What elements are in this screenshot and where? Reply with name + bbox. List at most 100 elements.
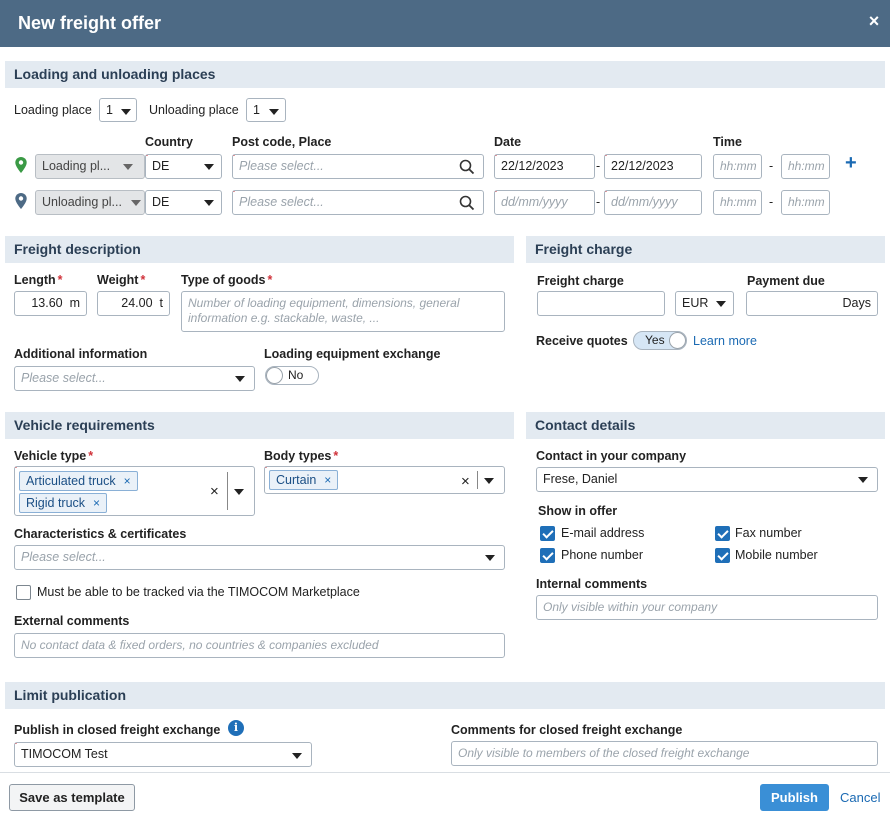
- unloading-time-to[interactable]: hh:mm: [781, 190, 830, 215]
- tracked-checkbox[interactable]: [16, 585, 31, 600]
- company-contact-value: Frese, Daniel: [543, 472, 618, 486]
- date-dash: -: [596, 159, 601, 173]
- phone-checkbox[interactable]: [540, 548, 555, 563]
- toggle-knob: [266, 367, 283, 384]
- goods-label: Type of goods *: [181, 273, 273, 287]
- external-comments-input[interactable]: No contact data & fixed orders, no count…: [14, 633, 505, 658]
- length-input[interactable]: 13.60 m: [14, 291, 87, 316]
- vehicle-type-label: Vehicle type *: [14, 449, 94, 463]
- loading-place-select[interactable]: 1: [99, 98, 137, 122]
- divider: [227, 472, 228, 510]
- chevron-down-icon: [485, 555, 495, 561]
- goods-placeholder-line-1: Number of loading equipment, dimensions,…: [188, 296, 460, 310]
- date-dash: -: [596, 195, 601, 209]
- search-icon[interactable]: [459, 159, 475, 175]
- email-option-label: E-mail address: [561, 526, 645, 540]
- unloading-time-from[interactable]: hh:mm: [713, 190, 762, 215]
- receive-quotes-toggle[interactable]: Yes: [633, 331, 687, 350]
- publish-button[interactable]: Publish: [760, 784, 829, 811]
- unloading-place-select[interactable]: 1: [246, 98, 286, 122]
- vehicle-chip-rigid: Rigid truck ×: [19, 493, 108, 513]
- loading-date-from[interactable]: 22/12/2023: [494, 154, 595, 179]
- mobile-checkbox[interactable]: [715, 548, 730, 563]
- loading-pin-icon: [15, 157, 27, 173]
- currency-select[interactable]: EUR: [675, 291, 734, 316]
- closed-comments-input[interactable]: Only visible to members of the closed fr…: [451, 741, 878, 766]
- unloading-place-input[interactable]: Please select...: [232, 190, 484, 215]
- chevron-down-icon: [123, 164, 133, 170]
- vehicle-chip-articulated: Articulated truck ×: [19, 471, 138, 491]
- closed-exchange-select[interactable]: TIMOCOM Test: [14, 742, 312, 767]
- chevron-down-icon: [858, 477, 868, 483]
- section-freight-charge: Freight charge: [526, 236, 885, 263]
- charge-input[interactable]: [537, 291, 665, 316]
- show-in-offer-label: Show in offer: [538, 504, 618, 518]
- toggle-knob: [669, 332, 686, 349]
- loading-place-placeholder: Please select...: [239, 159, 324, 173]
- cancel-link[interactable]: Cancel: [840, 790, 880, 805]
- loading-place-label: Loading place: [14, 103, 92, 117]
- weight-input[interactable]: 24.00 t: [97, 291, 170, 316]
- unloading-date-to[interactable]: dd/mm/yyyy: [604, 190, 702, 215]
- dialog-title: New freight offer: [18, 13, 162, 33]
- internal-comments-label: Internal comments: [536, 577, 648, 591]
- loading-time-to[interactable]: hh:mm: [781, 154, 830, 179]
- time-dash: -: [769, 159, 774, 173]
- clear-icon[interactable]: ×: [461, 470, 470, 493]
- exchange-toggle[interactable]: No: [265, 366, 319, 385]
- time-dash: -: [769, 195, 774, 209]
- unloading-country-select[interactable]: DE: [145, 190, 222, 215]
- section-vehicle: Vehicle requirements: [5, 412, 514, 439]
- chevron-down-icon: [234, 489, 244, 495]
- loading-type-select[interactable]: Loading pl...: [35, 154, 145, 179]
- dialog-titlebar: New freight offer ×: [0, 0, 890, 47]
- unloading-country-value: DE: [152, 195, 170, 209]
- payment-due-label: Payment due: [747, 274, 825, 288]
- length-unit: m: [69, 296, 80, 310]
- unloading-date-from[interactable]: dd/mm/yyyy: [494, 190, 595, 215]
- save-template-button[interactable]: Save as template: [9, 784, 135, 811]
- fax-checkbox[interactable]: [715, 526, 730, 541]
- body-types-multiselect[interactable]: Curtain × ×: [264, 466, 505, 494]
- clear-icon[interactable]: ×: [210, 480, 219, 503]
- payment-due-input[interactable]: Days: [746, 291, 878, 316]
- loading-time-from[interactable]: hh:mm: [713, 154, 762, 179]
- unloading-pin-icon: [15, 193, 27, 209]
- goods-textarea[interactable]: Number of loading equipment, dimensions,…: [181, 291, 505, 332]
- receive-quotes-label: Receive quotes: [536, 334, 628, 348]
- postcode-column-label: Post code, Place: [232, 135, 332, 149]
- currency-value: EUR: [682, 296, 709, 310]
- body-chip-curtain: Curtain ×: [269, 470, 339, 490]
- vehicle-type-multiselect[interactable]: Articulated truck × Rigid truck × ×: [14, 466, 255, 516]
- info-icon[interactable]: i: [228, 720, 244, 736]
- remove-chip-icon[interactable]: ×: [93, 496, 100, 510]
- weight-label: Weight *: [97, 273, 146, 287]
- remove-chip-icon[interactable]: ×: [124, 474, 131, 488]
- phone-option-label: Phone number: [561, 548, 644, 562]
- body-types-label: Body types *: [264, 449, 339, 463]
- mobile-option-label: Mobile number: [735, 548, 818, 562]
- weight-unit: t: [159, 296, 163, 310]
- email-checkbox[interactable]: [540, 526, 555, 541]
- remove-chip-icon[interactable]: ×: [324, 473, 331, 487]
- closed-comments-label: Comments for closed freight exchange: [451, 723, 683, 737]
- characteristics-label: Characteristics & certificates: [14, 527, 187, 541]
- loading-country-select[interactable]: DE: [145, 154, 222, 179]
- search-icon[interactable]: [459, 195, 475, 211]
- unloading-type-value: Unloading pl...: [42, 195, 122, 209]
- characteristics-select[interactable]: Please select...: [14, 545, 505, 570]
- loading-date-to[interactable]: 22/12/2023: [604, 154, 702, 179]
- loading-place-input[interactable]: Please select...: [232, 154, 484, 179]
- unloading-type-select[interactable]: Unloading pl...: [35, 190, 145, 215]
- chevron-down-icon: [484, 478, 494, 484]
- company-contact-select[interactable]: Frese, Daniel: [536, 467, 878, 492]
- section-loading: Loading and unloading places: [5, 61, 885, 88]
- chevron-down-icon: [292, 753, 302, 759]
- chevron-down-icon: [235, 376, 245, 382]
- internal-comments-input[interactable]: Only visible within your company: [536, 595, 878, 620]
- chevron-down-icon: [269, 109, 279, 115]
- learn-more-link[interactable]: Learn more: [693, 334, 757, 348]
- add-place-icon[interactable]: +: [845, 152, 857, 175]
- additional-info-select[interactable]: Please select...: [14, 366, 255, 391]
- close-icon[interactable]: ×: [864, 11, 884, 32]
